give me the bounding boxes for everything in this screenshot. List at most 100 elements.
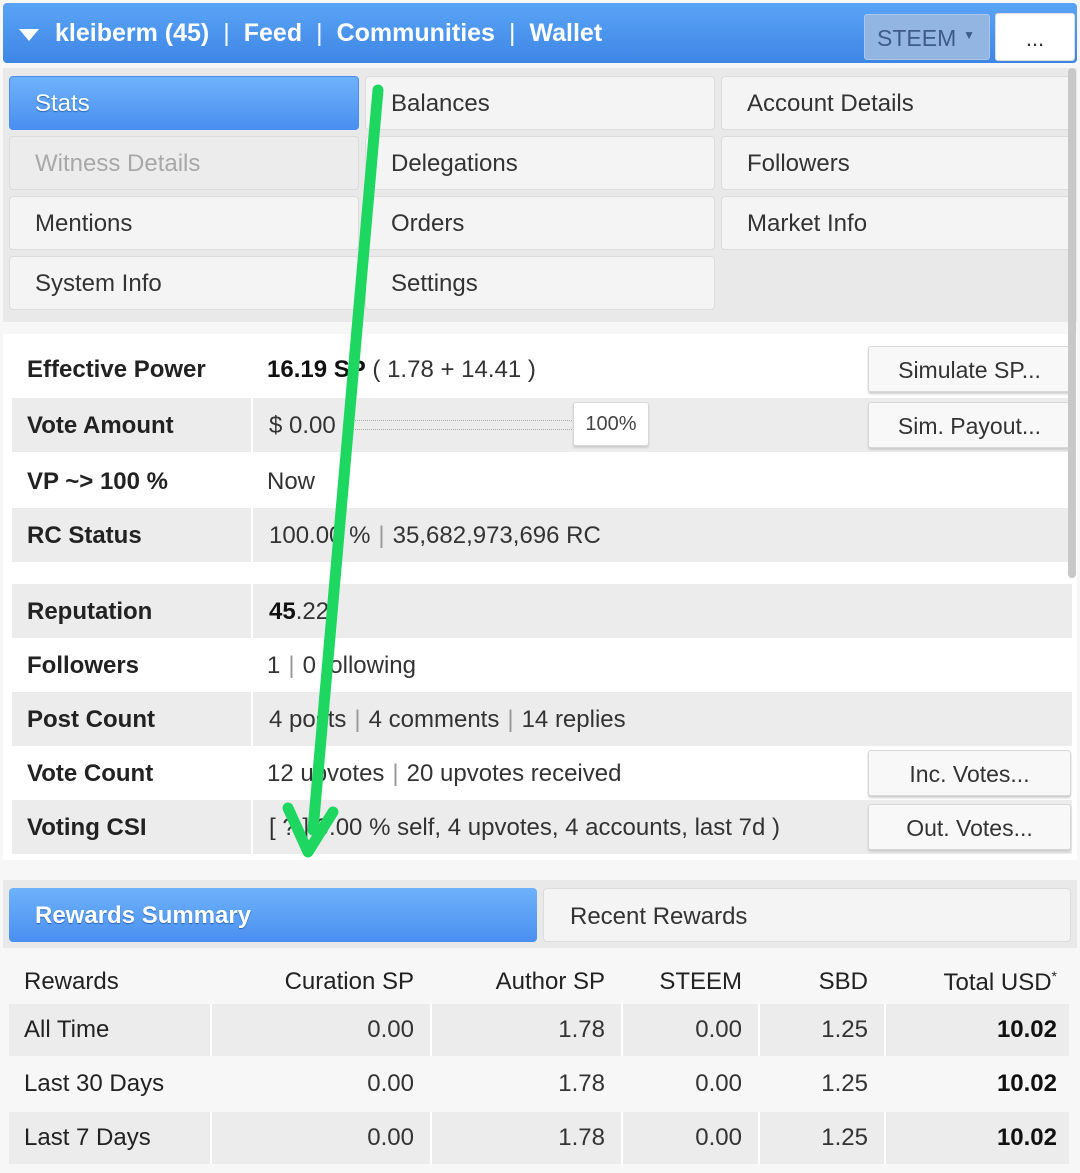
curation-sp-cell: 0.00 [210, 1004, 428, 1056]
vp-row: VP ~> 100 % Now [12, 454, 1072, 508]
row-label: All Time [24, 1016, 110, 1043]
stats-menu: Stats Balances Account Details Witness D… [3, 68, 1077, 322]
vote-amount-dollars: $ 0.00 [269, 412, 336, 439]
upvotes-received: 20 upvotes received [406, 760, 622, 787]
menu-market-info[interactable]: Market Info [721, 196, 1071, 250]
vp-label: VP ~> 100 % [27, 468, 168, 495]
rc-status-value: 100.00 % | 35,682,973,696 RC [251, 508, 1072, 562]
voting-csi-row: Voting CSI [ ? ] 0.00 % self, 4 upvotes,… [12, 800, 1072, 854]
out-votes-button[interactable]: Out. Votes... [868, 804, 1071, 850]
menu-account-details[interactable]: Account Details [721, 76, 1071, 130]
stats-panel: Effective Power 16.19 SP ( 1.78 + 14.41 … [3, 334, 1077, 860]
feed-link[interactable]: Feed [244, 19, 302, 47]
sbd-cell: 1.25 [758, 1004, 882, 1056]
total-usd-cell: 10.02 [996, 1070, 1057, 1097]
menu-mentions[interactable]: Mentions [9, 196, 359, 250]
menu-system-info[interactable]: System Info [9, 256, 359, 310]
separator: | [354, 706, 361, 733]
header-total-usd: Total USD* [884, 956, 1069, 1006]
menu-witness-details[interactable]: Witness Details [9, 136, 359, 190]
post-count-value: 4 posts | 4 comments | 14 replies [251, 692, 1072, 746]
posts-count: 4 posts [269, 706, 347, 733]
more-button[interactable]: ... [995, 13, 1075, 61]
table-row: Last 7 Days 0.00 1.78 0.00 1.25 10.02 [9, 1112, 1069, 1164]
reputation-label: Reputation [27, 598, 153, 625]
menu-followers[interactable]: Followers [721, 136, 1071, 190]
communities-link[interactable]: Communities [337, 19, 495, 47]
footnote-marker: * [1051, 968, 1057, 984]
curation-sp-cell: 0.00 [367, 1070, 414, 1097]
table-row: All Time 0.00 1.78 0.00 1.25 10.02 [9, 1004, 1069, 1056]
menu-orders[interactable]: Orders [365, 196, 715, 250]
separator: | [378, 522, 385, 549]
followers-value: 1 | 0 following [251, 638, 1072, 692]
top-nav: kleiberm (45) | Feed | Communities | Wallet [55, 19, 602, 48]
rc-amount: 35,682,973,696 RC [392, 522, 601, 549]
inc-votes-button[interactable]: Inc. Votes... [868, 750, 1071, 796]
total-usd-cell: 10.02 [884, 1004, 1069, 1056]
vp-value: Now [267, 468, 316, 495]
followers-count: 1 [267, 652, 281, 679]
comments-count: 4 comments [368, 706, 500, 733]
scrollbar[interactable] [1068, 68, 1076, 578]
separator: | [392, 760, 399, 787]
top-bar: kleiberm (45) | Feed | Communities | Wallet ST… [3, 3, 1077, 63]
menu-stats[interactable]: Stats [9, 76, 359, 130]
row-label: Last 30 Days [24, 1070, 165, 1097]
menu-balances[interactable]: Balances [365, 76, 715, 130]
reputation-row: Reputation 45.22 [12, 584, 1072, 638]
post-count-label: Post Count [27, 706, 155, 733]
followers-row: Followers 1 | 0 following [12, 638, 1072, 692]
curation-sp-cell: 0.00 [210, 1112, 428, 1164]
reputation-dec: .22 [295, 598, 330, 625]
separator: | [288, 652, 295, 679]
sbd-cell: 1.25 [758, 1112, 882, 1164]
tab-rewards-summary[interactable]: Rewards Summary [9, 888, 537, 942]
rc-status-row: RC Status 100.00 % | 35,682,973,696 RC [12, 508, 1072, 562]
tab-recent-rewards[interactable]: Recent Rewards [543, 888, 1071, 942]
table-row: Last 30 Days 0.00 1.78 0.00 1.25 10.02 [9, 1058, 1069, 1110]
author-sp-cell: 1.78 [430, 1112, 619, 1164]
rc-pct: 100.00 % [269, 522, 371, 549]
following-count: 0 following [302, 652, 416, 679]
vote-count-row: Vote Count 12 upvotes | 20 upvotes receive… [12, 746, 1072, 800]
dropdown-triangle-icon[interactable] [19, 29, 39, 41]
rewards-tabs: Rewards Summary Recent Rewards [3, 880, 1077, 948]
voting-csi-label: Voting CSI [27, 814, 147, 841]
menu-delegations[interactable]: Delegations [365, 136, 715, 190]
nav-separator: | [508, 19, 516, 47]
steem-cell: 0.00 [695, 1070, 742, 1097]
author-sp-cell: 1.78 [430, 1004, 619, 1056]
vote-amount-row: Vote Amount $ 0.00 100% Sim. Payout... [12, 398, 1072, 452]
replies-count: 14 replies [521, 706, 626, 733]
separator: | [507, 706, 514, 733]
effective-power-breakdown: ( 1.78 + 14.41 ) [365, 356, 536, 383]
total-usd-cell: 10.02 [884, 1112, 1069, 1164]
effective-power-total: 16.19 SP [267, 356, 366, 383]
vote-weight-slider[interactable] [352, 420, 572, 430]
rc-status-label: RC Status [27, 522, 142, 549]
sim-payout-button[interactable]: Sim. Payout... [868, 402, 1071, 448]
account-link[interactable]: kleiberm (45) [55, 19, 209, 47]
reputation-int: 45 [269, 598, 296, 625]
header-steem: STEEM [659, 968, 742, 995]
simulate-sp-button[interactable]: Simulate SP... [868, 346, 1071, 392]
header-curation-sp: Curation SP [284, 968, 414, 995]
wallet-link[interactable]: Wallet [529, 19, 602, 47]
vote-count-label: Vote Count [27, 760, 154, 787]
vote-weight-pct-button[interactable]: 100% [573, 402, 649, 446]
effective-power-label: Effective Power [27, 356, 206, 383]
sbd-cell: 1.25 [821, 1070, 868, 1097]
header-sbd: SBD [818, 968, 868, 995]
menu-settings[interactable]: Settings [365, 256, 715, 310]
currency-select[interactable]: STEEM ▼ [864, 14, 990, 60]
nav-separator: | [316, 19, 323, 47]
upvotes-count: 12 upvotes [267, 760, 385, 787]
followers-label: Followers [27, 652, 140, 679]
header-author-sp: Author SP [495, 968, 605, 995]
currency-select-value: STEEM [877, 25, 957, 51]
nav-separator: | [223, 19, 230, 47]
reputation-value: 45.22 [251, 584, 1072, 638]
post-count-row: Post Count 4 posts | 4 comments | 14 replies [12, 692, 1072, 746]
spacer-row [12, 562, 1072, 584]
